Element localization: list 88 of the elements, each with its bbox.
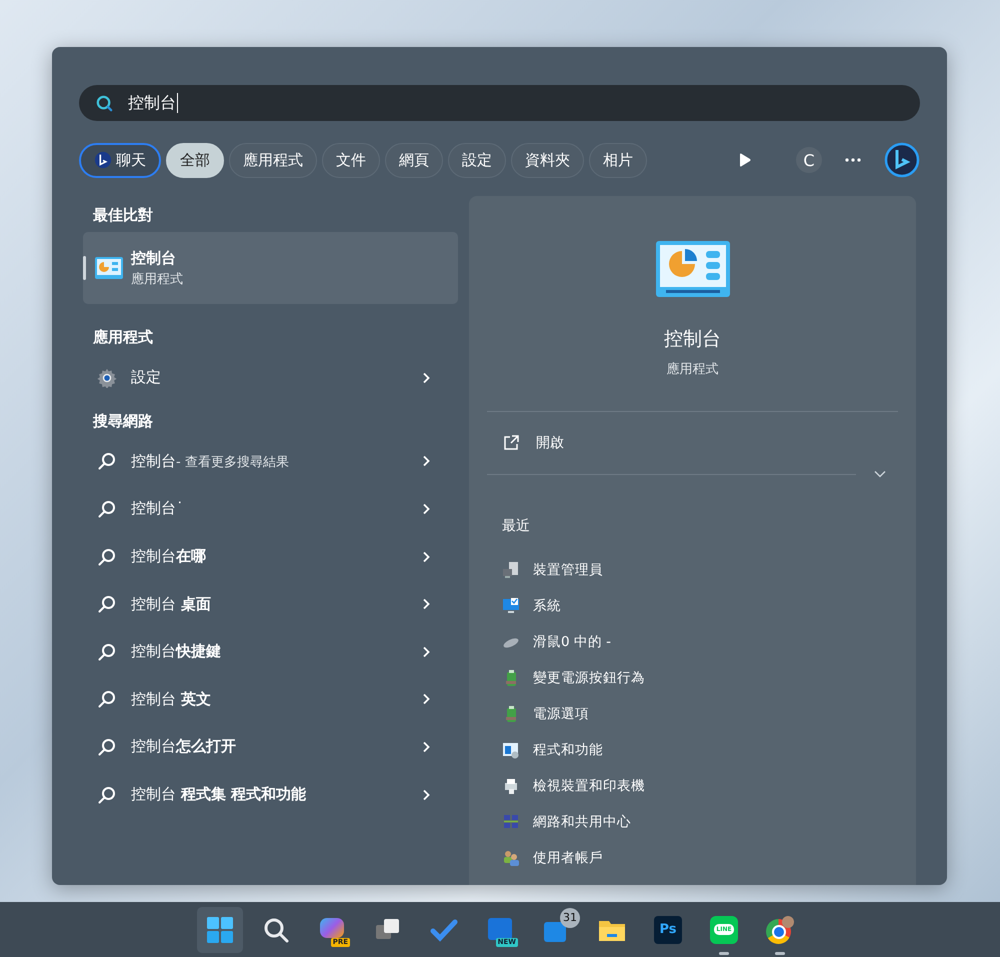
web-search-item[interactable]: 控制台怎么打开	[83, 723, 458, 771]
web-search-item[interactable]: 控制台˙	[83, 485, 458, 533]
chevron-right-icon	[422, 788, 430, 801]
section-heading: 應用程式	[92, 327, 154, 348]
search-icon	[97, 594, 117, 614]
search-suggestion: 控制台 桌面	[131, 594, 212, 614]
more-icon[interactable]	[845, 158, 861, 162]
best-match-item[interactable]: 控制台 應用程式	[83, 232, 458, 304]
web-search-item[interactable]: 控制台 程式集 程式和功能	[83, 770, 458, 818]
web-search-item[interactable]: 控制台 桌面	[83, 580, 458, 628]
search-icon	[97, 498, 117, 519]
notification-badge: 31	[560, 908, 580, 928]
chevron-right-icon	[422, 740, 430, 753]
search-suggestion: 控制台在哪	[131, 547, 207, 566]
bing-icon[interactable]	[884, 142, 920, 178]
app-title: 控制台	[664, 327, 721, 352]
chevron-down-icon[interactable]	[874, 470, 886, 478]
search-suggestion: 控制台˙	[131, 499, 184, 518]
filter-tab[interactable]: 資料夾	[511, 142, 584, 178]
computer-icon	[502, 561, 520, 579]
play-icon[interactable]	[739, 153, 751, 167]
recent-item[interactable]: 裝置管理員	[487, 552, 898, 588]
filter-tab[interactable]: 應用程式	[229, 142, 317, 178]
filter-tab[interactable]: 設定	[448, 142, 506, 178]
chevron-right-icon	[422, 502, 430, 515]
open-action[interactable]: 開啟	[487, 412, 898, 452]
filter-tab[interactable]: 文件	[322, 142, 380, 178]
search-icon	[262, 916, 290, 944]
search-icon	[97, 736, 117, 757]
network-icon	[502, 813, 520, 831]
app-result-item[interactable]: 設定	[83, 354, 458, 402]
search-icon	[95, 94, 114, 112]
search-suggestion: 控制台快捷鍵	[131, 642, 222, 662]
control-panel-icon	[95, 257, 123, 279]
chevron-right-icon	[422, 550, 430, 563]
users-icon	[502, 849, 520, 867]
search-field[interactable]: 控制台	[79, 85, 920, 121]
chevron-right-icon	[422, 372, 430, 384]
filter-tab[interactable]: 相片	[589, 142, 647, 178]
search-icon	[97, 689, 117, 710]
web-search-item[interactable]: 控制台- 查看更多搜尋結果	[83, 438, 458, 486]
web-search-item[interactable]: 控制台快捷鍵	[83, 628, 458, 676]
recent-heading: 最近	[501, 517, 531, 535]
bing-icon	[94, 151, 112, 169]
filter-tab[interactable]: 網頁	[385, 142, 443, 178]
recent-item[interactable]: 系統	[487, 588, 898, 624]
chevron-right-icon	[422, 455, 430, 468]
recent-item[interactable]: 滑鼠0 中的 -	[487, 624, 898, 660]
printer-icon	[502, 777, 520, 795]
result-type: 應用程式	[131, 270, 183, 288]
section-heading: 搜尋網路	[92, 410, 154, 432]
recent-item[interactable]: 使用者帳戶	[487, 840, 898, 876]
section-heading: 最佳比對	[92, 205, 154, 226]
search-suggestion: 控制台- 查看更多搜尋結果	[131, 452, 290, 471]
filter-tab[interactable]: 全部	[166, 142, 224, 178]
search-suggestion: 控制台怎么打开	[131, 737, 237, 756]
recent-item[interactable]: 檢視裝置和印表機	[487, 768, 898, 804]
chevron-right-icon	[422, 693, 430, 706]
control-panel-icon	[656, 241, 730, 297]
search-icon	[97, 784, 117, 805]
search-icon	[97, 451, 117, 472]
app-type: 應用程式	[666, 361, 718, 378]
chevron-right-icon	[422, 598, 430, 610]
monitor-icon	[502, 597, 520, 615]
search-suggestion: 控制台 程式集 程式和功能	[131, 785, 308, 804]
search-icon	[97, 642, 117, 662]
result-title: 控制台	[131, 248, 177, 268]
result-label: 設定	[131, 368, 162, 388]
taskbar-button[interactable]: Ps	[645, 906, 691, 952]
web-search-item[interactable]: 控制台 英文	[83, 676, 458, 724]
chevron-right-icon	[422, 646, 430, 658]
recent-item[interactable]: 程式和功能	[487, 732, 898, 768]
web-search-item[interactable]: 控制台在哪	[83, 532, 458, 580]
account-button[interactable]: C	[796, 147, 822, 173]
chrome-icon	[766, 916, 794, 944]
open-external-icon	[503, 435, 519, 451]
windows-logo-icon	[206, 916, 234, 944]
gear-icon	[97, 368, 117, 388]
recent-item[interactable]: 網路和共用中心	[487, 804, 898, 840]
recent-item[interactable]: 電源選項	[487, 696, 898, 732]
recent-item[interactable]: 變更電源按鈕行為	[487, 660, 898, 696]
chat-button[interactable]: 聊天	[79, 142, 161, 178]
window-icon	[502, 741, 520, 759]
taskbar-button[interactable]: 31	[533, 906, 579, 952]
taskbar-button[interactable]	[197, 906, 243, 952]
search-icon	[97, 546, 117, 567]
search-suggestion: 控制台 英文	[131, 690, 212, 709]
photoshop-icon: Ps	[654, 916, 682, 944]
